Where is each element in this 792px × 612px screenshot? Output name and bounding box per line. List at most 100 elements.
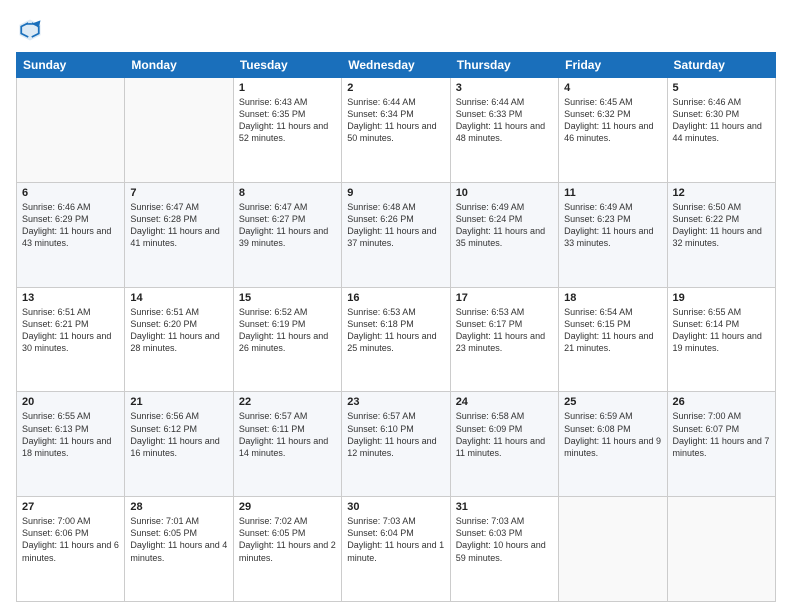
day-number: 23 [347,396,444,408]
calendar-cell: 13Sunrise: 6:51 AMSunset: 6:21 PMDayligh… [17,287,125,392]
day-number: 14 [130,292,227,304]
cell-content: Sunrise: 6:49 AMSunset: 6:24 PMDaylight:… [456,201,553,250]
cell-content: Sunrise: 6:47 AMSunset: 6:27 PMDaylight:… [239,201,336,250]
day-number: 4 [564,82,661,94]
calendar-cell: 11 Sunrise: 6:49 AMSunset: 6:23 PMDayligh… [559,182,667,287]
day-number: 22 [239,396,336,408]
cell-content: Sunrise: 6:56 AMSunset: 6:12 PMDaylight:… [130,410,227,459]
day-number: 16 [347,292,444,304]
day-number: 27 [22,501,119,513]
cell-content: Sunrise: 6:51 AMSunset: 6:20 PMDaylight:… [130,306,227,355]
day-number: 18 [564,292,661,304]
calendar-cell: 14 Sunrise: 6:51 AMSunset: 6:20 PMDayligh… [125,287,233,392]
day-number: 2 [347,82,444,94]
calendar-week-row: 13Sunrise: 6:51 AMSunset: 6:21 PMDayligh… [17,287,776,392]
calendar-cell: 25 Sunrise: 6:59 AMSunset: 6:08 PMDayligh… [559,392,667,497]
day-number: 1 [239,82,336,94]
cell-content: Sunrise: 6:59 AMSunset: 6:08 PMDaylight:… [564,410,661,459]
calendar-cell: 20 Sunrise: 6:55 AMSunset: 6:13 PMDayligh… [17,392,125,497]
cell-content: Sunrise: 6:52 AMSunset: 6:19 PMDaylight:… [239,306,336,355]
calendar-cell: 16 Sunrise: 6:53 AMSunset: 6:18 PMDayligh… [342,287,450,392]
day-number: 9 [347,187,444,199]
calendar-cell: 10 Sunrise: 6:49 AMSunset: 6:24 PMDayligh… [450,182,558,287]
weekday-header: Saturday [667,53,775,78]
calendar-week-row: 20 Sunrise: 6:55 AMSunset: 6:13 PMDayligh… [17,392,776,497]
day-number: 28 [130,501,227,513]
day-number: 6 [22,187,119,199]
calendar-cell: 29 Sunrise: 7:02 AMSunset: 6:05 PMDayligh… [233,497,341,602]
day-number: 17 [456,292,553,304]
calendar-cell: 4 Sunrise: 6:45 AMSunset: 6:32 PMDaylight… [559,78,667,183]
cell-content: Sunrise: 7:02 AMSunset: 6:05 PMDaylight:… [239,515,336,564]
day-number: 29 [239,501,336,513]
calendar-cell: 15 Sunrise: 6:52 AMSunset: 6:19 PMDayligh… [233,287,341,392]
day-number: 11 [564,187,661,199]
calendar-cell: 23 Sunrise: 6:57 AMSunset: 6:10 PMDayligh… [342,392,450,497]
calendar-cell: 18Sunrise: 6:54 AMSunset: 6:15 PMDayligh… [559,287,667,392]
cell-content: Sunrise: 7:01 AMSunset: 6:05 PMDaylight:… [130,515,227,564]
cell-content: Sunrise: 6:46 AMSunset: 6:29 PMDaylight:… [22,201,119,250]
cell-content: Sunrise: 7:00 AMSunset: 6:07 PMDaylight:… [673,410,770,459]
calendar-header-row: SundayMondayTuesdayWednesdayThursdayFrid… [17,53,776,78]
weekday-header: Wednesday [342,53,450,78]
calendar-cell: 2 Sunrise: 6:44 AMSunset: 6:34 PMDaylight… [342,78,450,183]
page: SundayMondayTuesdayWednesdayThursdayFrid… [0,0,792,612]
day-number: 10 [456,187,553,199]
cell-content: Sunrise: 6:46 AMSunset: 6:30 PMDaylight:… [673,96,770,145]
day-number: 30 [347,501,444,513]
cell-content: Sunrise: 6:53 AMSunset: 6:17 PMDaylight:… [456,306,553,355]
calendar-cell: 21Sunrise: 6:56 AMSunset: 6:12 PMDayligh… [125,392,233,497]
day-number: 19 [673,292,770,304]
cell-content: Sunrise: 6:44 AMSunset: 6:33 PMDaylight:… [456,96,553,145]
cell-content: Sunrise: 6:58 AMSunset: 6:09 PMDaylight:… [456,410,553,459]
calendar-cell [667,497,775,602]
weekday-header: Tuesday [233,53,341,78]
header [16,16,776,44]
cell-content: Sunrise: 7:03 AMSunset: 6:03 PMDaylight:… [456,515,553,564]
cell-content: Sunrise: 7:03 AMSunset: 6:04 PMDaylight:… [347,515,444,564]
cell-content: Sunrise: 6:55 AMSunset: 6:13 PMDaylight:… [22,410,119,459]
day-number: 15 [239,292,336,304]
cell-content: Sunrise: 7:00 AMSunset: 6:06 PMDaylight:… [22,515,119,564]
day-number: 7 [130,187,227,199]
weekday-header: Friday [559,53,667,78]
calendar-week-row: 6 Sunrise: 6:46 AMSunset: 6:29 PMDaylight… [17,182,776,287]
day-number: 3 [456,82,553,94]
calendar-cell: 26Sunrise: 7:00 AMSunset: 6:07 PMDayligh… [667,392,775,497]
day-number: 25 [564,396,661,408]
calendar-cell: 27 Sunrise: 7:00 AMSunset: 6:06 PMDayligh… [17,497,125,602]
logo-icon [16,16,44,44]
calendar-week-row: 27 Sunrise: 7:00 AMSunset: 6:06 PMDayligh… [17,497,776,602]
calendar-cell: 7 Sunrise: 6:47 AMSunset: 6:28 PMDaylight… [125,182,233,287]
calendar-cell [125,78,233,183]
cell-content: Sunrise: 6:48 AMSunset: 6:26 PMDaylight:… [347,201,444,250]
day-number: 8 [239,187,336,199]
calendar-cell: 5 Sunrise: 6:46 AMSunset: 6:30 PMDaylight… [667,78,775,183]
calendar-cell: 31Sunrise: 7:03 AMSunset: 6:03 PMDayligh… [450,497,558,602]
day-number: 20 [22,396,119,408]
calendar-cell: 1 Sunrise: 6:43 AMSunset: 6:35 PMDaylight… [233,78,341,183]
cell-content: Sunrise: 6:45 AMSunset: 6:32 PMDaylight:… [564,96,661,145]
cell-content: Sunrise: 6:51 AMSunset: 6:21 PMDaylight:… [22,306,119,355]
calendar-cell [559,497,667,602]
day-number: 5 [673,82,770,94]
cell-content: Sunrise: 6:55 AMSunset: 6:14 PMDaylight:… [673,306,770,355]
calendar-cell: 9 Sunrise: 6:48 AMSunset: 6:26 PMDaylight… [342,182,450,287]
cell-content: Sunrise: 6:47 AMSunset: 6:28 PMDaylight:… [130,201,227,250]
calendar-table: SundayMondayTuesdayWednesdayThursdayFrid… [16,52,776,602]
calendar-cell: 19 Sunrise: 6:55 AMSunset: 6:14 PMDayligh… [667,287,775,392]
cell-content: Sunrise: 6:57 AMSunset: 6:11 PMDaylight:… [239,410,336,459]
calendar-cell: 28 Sunrise: 7:01 AMSunset: 6:05 PMDayligh… [125,497,233,602]
day-number: 24 [456,396,553,408]
cell-content: Sunrise: 6:57 AMSunset: 6:10 PMDaylight:… [347,410,444,459]
calendar-cell: 17 Sunrise: 6:53 AMSunset: 6:17 PMDayligh… [450,287,558,392]
calendar-week-row: 1 Sunrise: 6:43 AMSunset: 6:35 PMDaylight… [17,78,776,183]
cell-content: Sunrise: 6:53 AMSunset: 6:18 PMDaylight:… [347,306,444,355]
cell-content: Sunrise: 6:49 AMSunset: 6:23 PMDaylight:… [564,201,661,250]
cell-content: Sunrise: 6:44 AMSunset: 6:34 PMDaylight:… [347,96,444,145]
calendar-cell: 22 Sunrise: 6:57 AMSunset: 6:11 PMDayligh… [233,392,341,497]
day-number: 12 [673,187,770,199]
calendar-cell: 6 Sunrise: 6:46 AMSunset: 6:29 PMDaylight… [17,182,125,287]
calendar-cell: 30 Sunrise: 7:03 AMSunset: 6:04 PMDayligh… [342,497,450,602]
cell-content: Sunrise: 6:43 AMSunset: 6:35 PMDaylight:… [239,96,336,145]
